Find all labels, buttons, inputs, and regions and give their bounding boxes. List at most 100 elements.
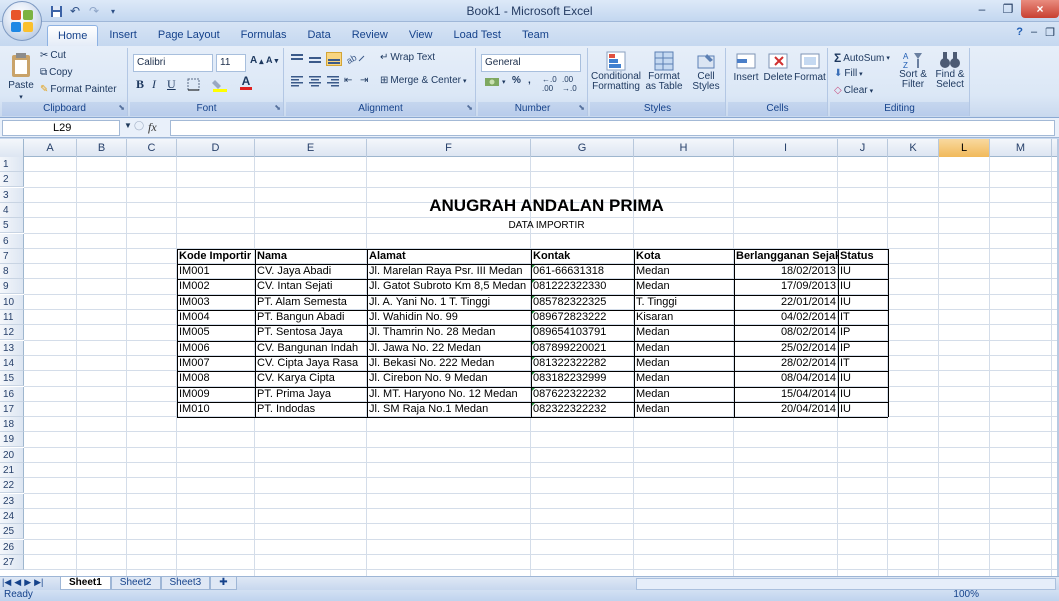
table-cell[interactable]: PT. Bangun Abadi	[255, 310, 367, 325]
row-header[interactable]: 1	[0, 157, 24, 172]
autosum-button[interactable]: Σ AutoSum ▾	[834, 51, 890, 65]
table-cell[interactable]: Medan	[634, 279, 734, 294]
table-cell[interactable]: Medan	[634, 341, 734, 356]
tab-view[interactable]: View	[399, 25, 443, 46]
tab-formulas[interactable]: Formulas	[231, 25, 297, 46]
clear-button[interactable]: ◇ Clear ▾	[834, 85, 873, 96]
font-name-box[interactable]: Calibri	[133, 54, 213, 72]
row-header[interactable]: 18	[0, 417, 24, 433]
underline-icon[interactable]: U	[167, 77, 176, 92]
cut-button[interactable]: ✂ Cut	[40, 50, 66, 61]
table-cell[interactable]: T. Tinggi	[634, 295, 734, 310]
table-cell[interactable]: IT	[838, 310, 888, 325]
close-icon[interactable]: ×	[1021, 0, 1059, 18]
sheet-subtitle[interactable]: DATA IMPORTIR	[255, 218, 838, 233]
sheet-tab-sheet3[interactable]: Sheet3	[160, 577, 211, 590]
table-cell[interactable]: 083182232999	[531, 371, 634, 386]
table-cell[interactable]: 25/02/2014	[734, 341, 838, 356]
table-cell[interactable]: 089654103791	[531, 325, 634, 340]
table-cell[interactable]: Jl. Cirebon No. 9 Medan	[367, 371, 531, 386]
formula-input[interactable]	[170, 120, 1055, 136]
table-header[interactable]: Kota	[634, 249, 734, 264]
table-cell[interactable]: 28/02/2014	[734, 356, 838, 371]
table-header[interactable]: Status	[838, 249, 888, 264]
sheet-tab-sheet1[interactable]: Sheet1	[60, 577, 111, 590]
sheet-tab-sheet2[interactable]: Sheet2	[110, 577, 161, 590]
first-sheet-icon[interactable]: |◀	[2, 577, 11, 588]
column-header-m[interactable]: M	[990, 139, 1052, 157]
table-cell[interactable]: IM002	[177, 279, 255, 294]
help-icon[interactable]: ?	[1016, 26, 1023, 39]
column-header-d[interactable]: D	[177, 139, 255, 157]
table-cell[interactable]: 081222322330	[531, 279, 634, 294]
table-cell[interactable]: IM005	[177, 325, 255, 340]
row-header[interactable]: 13	[0, 340, 24, 356]
table-cell[interactable]: 089672823222	[531, 310, 634, 325]
row-header[interactable]: 15	[0, 371, 24, 387]
table-cell[interactable]: 082322322232	[531, 402, 634, 417]
table-cell[interactable]: CV. Intan Sejati	[255, 279, 367, 294]
align-top-icon[interactable]	[290, 53, 304, 65]
row-header[interactable]: 12	[0, 325, 24, 341]
table-header[interactable]: Kode Importir	[177, 249, 255, 264]
office-button[interactable]	[2, 1, 42, 41]
row-header[interactable]: 26	[0, 539, 24, 555]
table-cell[interactable]: 08/04/2014	[734, 371, 838, 386]
row-header[interactable]: 23	[0, 493, 24, 509]
tab-review[interactable]: Review	[342, 25, 398, 46]
table-cell[interactable]: IM008	[177, 371, 255, 386]
select-all-corner[interactable]	[0, 139, 24, 157]
row-header[interactable]: 16	[0, 386, 24, 402]
table-cell[interactable]: IT	[838, 356, 888, 371]
dialog-launcher-icon[interactable]: ⬊	[578, 101, 585, 115]
table-cell[interactable]: Medan	[634, 356, 734, 371]
row-header[interactable]: 7	[0, 248, 24, 264]
table-cell[interactable]: IM007	[177, 356, 255, 371]
table-cell[interactable]: PT. Sentosa Jaya	[255, 325, 367, 340]
table-cell[interactable]: Medan	[634, 325, 734, 340]
table-cell[interactable]: CV. Cipta Jaya Rasa	[255, 356, 367, 371]
table-cell[interactable]: IM001	[177, 264, 255, 279]
find-select-button[interactable]: Find & Select	[932, 50, 968, 90]
table-cell[interactable]: 08/02/2014	[734, 325, 838, 340]
table-cell[interactable]: Medan	[634, 387, 734, 402]
table-cell[interactable]: Medan	[634, 371, 734, 386]
wrap-text-button[interactable]: ↵ Wrap Text	[380, 52, 435, 63]
table-cell[interactable]: Jl. MT. Haryono No. 12 Medan	[367, 387, 531, 402]
borders-icon[interactable]	[187, 78, 200, 91]
table-cell[interactable]: CV. Karya Cipta	[255, 371, 367, 386]
table-cell[interactable]: PT. Alam Semesta	[255, 295, 367, 310]
orientation-icon[interactable]: ab	[346, 52, 366, 64]
last-sheet-icon[interactable]: ▶|	[34, 577, 43, 588]
table-cell[interactable]: Jl. SM Raja No.1 Medan	[367, 402, 531, 417]
table-cell[interactable]: Jl. Wahidin No. 99	[367, 310, 531, 325]
comma-icon[interactable]: ,	[528, 75, 531, 86]
table-cell[interactable]: IU	[838, 402, 888, 417]
table-cell[interactable]: Jl. Bekasi No. 222 Medan	[367, 356, 531, 371]
table-cell[interactable]: 04/02/2014	[734, 310, 838, 325]
row-header[interactable]: 21	[0, 463, 24, 478]
format-cells-button[interactable]: Format	[794, 50, 826, 83]
dialog-launcher-icon[interactable]: ⬊	[274, 101, 281, 115]
row-header[interactable]: 5	[0, 218, 24, 234]
column-header-f[interactable]: F	[367, 139, 531, 157]
tab-data[interactable]: Data	[297, 25, 340, 46]
zoom-level[interactable]: 100%	[953, 589, 979, 600]
table-cell[interactable]: IM009	[177, 387, 255, 402]
table-cell[interactable]: IM010	[177, 402, 255, 417]
align-left-icon[interactable]	[290, 75, 304, 87]
dialog-launcher-icon[interactable]: ⬊	[466, 101, 473, 115]
table-cell[interactable]: Jl. Thamrin No. 28 Medan	[367, 325, 531, 340]
cell-styles-button[interactable]: Cell Styles	[688, 50, 724, 92]
bold-icon[interactable]: B	[136, 77, 144, 92]
column-header-b[interactable]: B	[77, 139, 127, 157]
table-cell[interactable]: Kisaran	[634, 310, 734, 325]
table-cell[interactable]: 22/01/2014	[734, 295, 838, 310]
table-cell[interactable]: IU	[838, 279, 888, 294]
format-painter-button[interactable]: ✎ Format Painter	[40, 84, 117, 95]
table-cell[interactable]: PT. Prima Jaya	[255, 387, 367, 402]
ribbon-minimize-icon[interactable]: –	[1031, 26, 1037, 39]
prev-sheet-icon[interactable]: ◀	[14, 577, 21, 588]
align-middle-icon[interactable]	[308, 53, 322, 65]
number-format-box[interactable]: General	[481, 54, 581, 72]
